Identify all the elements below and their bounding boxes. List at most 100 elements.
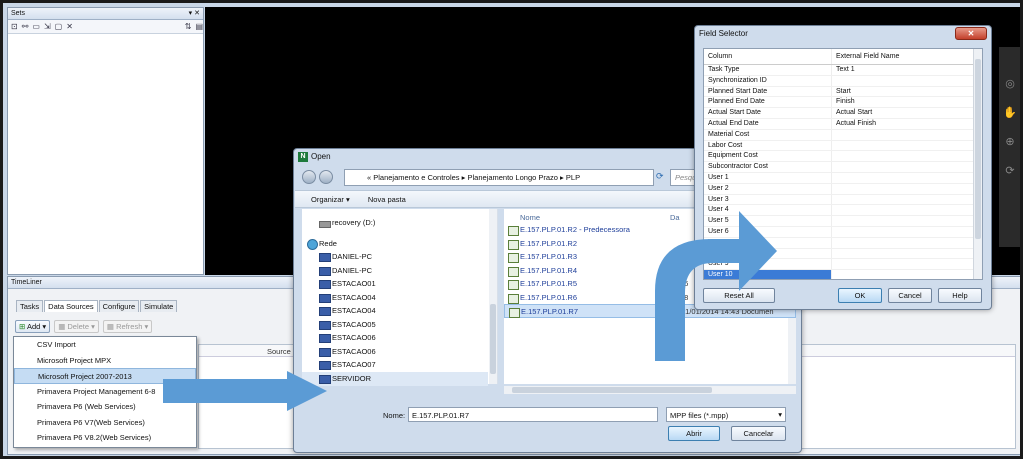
external-field-cell[interactable] [832, 76, 972, 86]
tab-tasks[interactable]: Tasks [16, 300, 44, 312]
delete-icon[interactable]: ✕ [66, 22, 73, 31]
external-field-cell[interactable] [832, 173, 972, 183]
field-row[interactable]: User 3 [704, 194, 982, 206]
field-table-scrollbar[interactable] [973, 49, 982, 279]
external-field-cell[interactable] [832, 141, 972, 151]
back-button[interactable] [302, 170, 316, 184]
help-button[interactable]: Help [938, 288, 982, 303]
field-row[interactable]: Labor Cost [704, 140, 982, 152]
field-row[interactable]: Actual Start Date Actual Start [704, 108, 982, 119]
folder-icon[interactable]: ▭ [32, 22, 40, 31]
ok-button[interactable]: OK [838, 288, 882, 303]
network-item[interactable]: Rede [302, 237, 488, 251]
refresh-path-icon[interactable]: ⟳ [656, 171, 664, 182]
menu-item-csv-import[interactable]: CSV Import [14, 337, 196, 353]
computer-item[interactable]: ESTACAO06 [302, 331, 488, 345]
add-icon: ⊞ [19, 322, 26, 331]
computer-item[interactable]: ESTACAO01 [302, 277, 488, 291]
file-list-hscrollbar[interactable] [504, 386, 796, 394]
external-field-header[interactable]: External Field Name [832, 49, 972, 64]
external-field-cell[interactable] [832, 216, 972, 226]
computer-item[interactable]: ESTACAO04 [302, 291, 488, 305]
computer-item[interactable]: SERVIDOR [302, 372, 488, 386]
close-button[interactable]: ✕ [955, 27, 987, 40]
external-field-cell[interactable] [832, 249, 972, 259]
computer-item[interactable]: ESTACAO06 [302, 345, 488, 359]
sort-icon[interactable]: ⇅ [185, 22, 192, 31]
address-bar[interactable]: « Planejamento e Controles ▸ Planejament… [344, 169, 654, 186]
navigation-scroll-thumb[interactable] [490, 304, 496, 374]
external-field-cell[interactable]: Text 1 [832, 65, 972, 75]
add-button[interactable]: ⊞ Add ▾ [15, 320, 51, 333]
navigation-pane[interactable]: recovery (D:) Rede DANIEL-PC DANIEL-PC ESTAC… [302, 209, 498, 386]
tab-data-sources[interactable]: Data Sources [44, 300, 98, 312]
tab-simulate[interactable]: Simulate [140, 300, 178, 312]
field-row[interactable]: Subcontractor Cost [704, 162, 982, 173]
file-name-input[interactable]: E.157.PLP.01.R7 [408, 407, 658, 422]
refresh-button[interactable]: ▦ Refresh ▾ [102, 320, 153, 333]
menu-item-primavera-p6-v7[interactable]: Primavera P6 V7(Web Services) [14, 415, 196, 431]
external-field-cell[interactable] [832, 205, 972, 215]
binoculars-icon[interactable]: ⚯ [22, 22, 29, 31]
field-row[interactable]: User 1 [704, 172, 982, 184]
hscroll-thumb[interactable] [512, 387, 712, 393]
open-button[interactable]: Abrir [668, 426, 720, 441]
external-field-cell[interactable] [832, 151, 972, 161]
column-name-header[interactable]: Nome [520, 213, 540, 222]
orbit-icon[interactable]: ⟳ [1005, 164, 1014, 177]
external-field-cell[interactable] [832, 227, 972, 237]
sets-panel-controls[interactable]: ▾ ✕ [189, 9, 200, 17]
computer-item[interactable]: ESTACAO04 [302, 304, 488, 318]
external-field-cell[interactable] [832, 238, 972, 248]
computer-item[interactable]: DANIEL-PC [302, 264, 488, 278]
external-field-cell[interactable] [832, 184, 972, 194]
delete-button[interactable]: ▦ Delete ▾ [54, 320, 99, 333]
external-field-cell[interactable]: Actual Finish [832, 119, 972, 129]
field-row[interactable]: Planned End Date Finish [704, 97, 982, 109]
computer-item[interactable]: DANIEL-PC [302, 250, 488, 264]
pan-hand-icon[interactable]: ✋ [1003, 106, 1017, 119]
field-column-cell: User 2 [704, 183, 832, 194]
field-row[interactable]: Actual End Date Actual Finish [704, 118, 982, 130]
external-field-cell[interactable]: Actual Start [832, 108, 972, 118]
field-table-scroll-thumb[interactable] [975, 59, 981, 239]
column-header[interactable]: Column [704, 49, 832, 64]
external-field-cell[interactable] [832, 162, 972, 172]
external-field-cell[interactable]: Finish [832, 97, 972, 107]
field-row[interactable]: Equipment Cost [704, 151, 982, 163]
external-field-cell[interactable] [832, 259, 972, 269]
field-selector-title-bar: Field Selector [695, 26, 991, 42]
new-folder-button[interactable]: Nova pasta [368, 195, 406, 204]
navigation-scrollbar[interactable] [489, 209, 497, 384]
drive-item[interactable]: recovery (D:) [302, 216, 488, 230]
menu-item-primavera-p6-v82[interactable]: Primavera P6 V8.2(Web Services) [14, 430, 196, 446]
external-field-cell[interactable] [832, 195, 972, 205]
field-row[interactable]: Planned Start Date Start [704, 86, 982, 98]
options-icon[interactable]: ▤ [195, 22, 203, 31]
cancel-button[interactable]: Cancelar [731, 426, 786, 441]
menu-item-ms-project-mpx[interactable]: Microsoft Project MPX [14, 353, 196, 369]
organize-button[interactable]: Organizar ▾ [311, 195, 350, 204]
computer-item[interactable]: ESTACAO07 [302, 358, 488, 372]
forward-button[interactable] [319, 170, 333, 184]
external-field-cell[interactable]: Start [832, 87, 972, 97]
field-row[interactable]: User 2 [704, 183, 982, 195]
navigation-bar: ◎ ✋ ⊕ ⟳ [999, 47, 1020, 247]
file-name: E.157.PLP.01.R4 [520, 265, 577, 275]
tab-configure[interactable]: Configure [98, 300, 140, 312]
external-field-cell[interactable] [832, 270, 972, 279]
fs-cancel-button[interactable]: Cancel [888, 288, 932, 303]
zoom-icon[interactable]: ⊕ [1005, 135, 1014, 148]
external-field-cell[interactable] [832, 130, 972, 140]
file-name: E.157.PLP.01.R3 [520, 252, 577, 261]
file-type-select[interactable]: MPP files (*.mpp) ▾ [666, 407, 786, 422]
save-selection-icon[interactable]: ⊡ [11, 22, 18, 31]
comment-icon[interactable]: ▢ [55, 22, 63, 31]
field-column-cell: Subcontractor Cost [704, 162, 832, 172]
computer-item[interactable]: ESTACAO05 [302, 318, 488, 332]
field-row[interactable]: Task Type Text 1 [704, 65, 982, 76]
steering-wheel-icon[interactable]: ◎ [1005, 77, 1015, 90]
field-row[interactable]: Material Cost [704, 129, 982, 141]
import-icon[interactable]: ⇲ [44, 22, 51, 31]
field-row[interactable]: Synchronization ID [704, 75, 982, 87]
